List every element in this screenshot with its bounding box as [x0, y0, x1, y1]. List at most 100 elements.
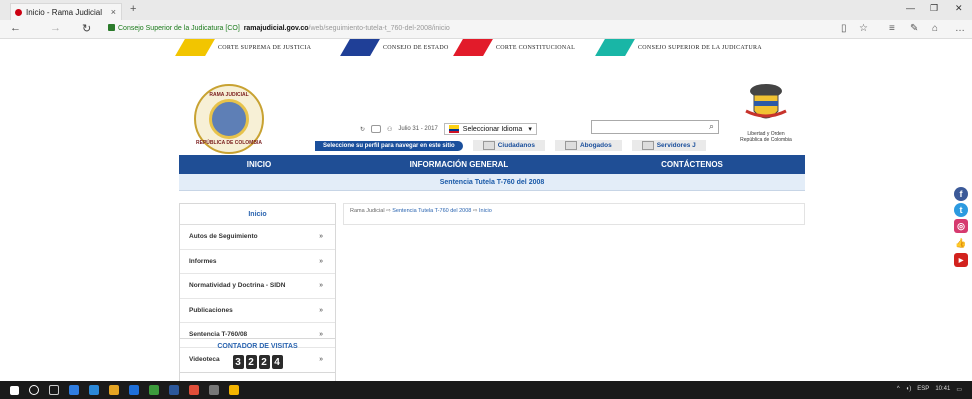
edge-browser-icon[interactable] — [69, 385, 79, 395]
minimize-button[interactable]: — — [906, 3, 915, 13]
share-icon[interactable]: ⌂ — [932, 23, 938, 34]
coat-of-arms-icon — [745, 84, 787, 119]
counter-digit: 3 — [232, 355, 244, 369]
file-explorer-icon[interactable] — [109, 385, 119, 395]
task-view-icon[interactable] — [49, 385, 59, 395]
forward-button[interactable]: → — [50, 22, 61, 34]
citizens-icon — [482, 141, 495, 150]
tab-close-icon[interactable]: × — [111, 7, 116, 17]
windows-start-icon[interactable] — [10, 385, 19, 395]
court-link-csdj[interactable]: CONSEJO SUPERIOR DE LA JUDICATURA — [595, 39, 762, 56]
wedge-icon — [340, 39, 380, 56]
sidebar-title[interactable]: Inicio — [180, 204, 335, 225]
nav-contactenos[interactable]: CONTÁCTENOS — [579, 160, 805, 169]
breadcrumb-level1[interactable]: Sentencia Tutela T-760 del 2008 — [392, 208, 471, 214]
url-org: Consejo Superior de la Judicatura [CO] — [118, 25, 240, 32]
refresh-site-icon[interactable]: ↻ — [360, 126, 365, 133]
breadcrumb-separator: ⇨ — [386, 208, 391, 214]
counter-digit: 2 — [258, 355, 270, 369]
sidebar-item-label: Informes — [189, 257, 217, 265]
tray-language[interactable]: ESP — [917, 386, 929, 393]
like-icon[interactable]: 👍 — [954, 236, 968, 250]
browser-titlebar: Inicio - Rama Judicial × + — ❐ ✕ — [0, 0, 972, 20]
sidebar-item-autos[interactable]: Autos de Seguimiento » — [180, 225, 335, 250]
notification-icon[interactable]: ▭ — [956, 386, 962, 393]
rama-judicial-seal-logo[interactable]: RAMA JUDICIAL REPÚBLICA DE COLOMBIA — [194, 84, 264, 154]
language-select[interactable]: Seleccionar Idioma ▾ — [443, 123, 537, 135]
profile-bar: Seleccione su perfil para navegar en est… — [315, 140, 706, 151]
visit-counter-digits: 3 2 2 4 — [180, 355, 335, 369]
page-content: CORTE SUPREMA DE JUSTICIA CONSEJO DE EST… — [0, 39, 972, 382]
sidebar-item-label: Normatividad y Doctrina - SIDN — [189, 282, 286, 290]
excel-icon[interactable] — [149, 385, 159, 395]
site-search-input[interactable]: ⌕ — [591, 120, 719, 134]
main-nav: INICIO INFORMACIÓN GENERAL CONTÁCTENOS — [179, 155, 805, 174]
seal-shield-icon — [209, 99, 249, 139]
address-bar: ← → ↻ Consejo Superior de la Judicatura … — [0, 20, 972, 39]
page-heading-band: Sentencia Tutela T-760 del 2008 — [179, 174, 805, 191]
url-path: /web/seguimiento-tutela-t_760-del-2008/i… — [308, 25, 450, 32]
chrome-icon[interactable] — [189, 385, 199, 395]
court-label: CORTE SUPREMA DE JUSTICIA — [218, 44, 312, 51]
word-icon[interactable] — [169, 385, 179, 395]
app-icon[interactable] — [209, 385, 219, 395]
court-label: CONSEJO DE ESTADO — [383, 44, 449, 51]
servants-icon — [641, 141, 654, 150]
visit-counter: CONTADOR DE VISITAS 3 2 2 4 — [179, 338, 336, 382]
court-link-csj[interactable]: CORTE SUPREMA DE JUSTICIA — [175, 39, 312, 56]
mail-icon[interactable] — [129, 385, 139, 395]
instagram-icon[interactable]: ◎ — [954, 219, 968, 233]
notes-icon[interactable]: ✎ — [910, 23, 918, 34]
wedge-icon — [595, 39, 635, 56]
search-icon[interactable]: ⌕ — [709, 121, 714, 132]
profile-prompt: Seleccione su perfil para navegar en est… — [315, 140, 463, 151]
nav-inicio[interactable]: INICIO — [179, 160, 339, 169]
close-window-button[interactable]: ✕ — [955, 3, 963, 14]
sidebar-item-publicaciones[interactable]: Publicaciones » — [180, 299, 335, 323]
court-link-ce[interactable]: CONSEJO DE ESTADO — [340, 39, 449, 56]
utility-row: ↻ ⚇ Julio 31 - 2017 Seleccionar Idioma ▾ — [360, 123, 537, 135]
court-link-cc[interactable]: CORTE CONSTITUCIONAL — [453, 39, 575, 56]
breadcrumb-root[interactable]: Rama Judicial — [350, 208, 385, 214]
search-icon[interactable] — [29, 385, 39, 395]
lawyers-icon — [564, 141, 577, 150]
site-favicon-icon — [15, 8, 22, 16]
breadcrumb-separator: ⇨ — [472, 208, 478, 214]
browser-tab[interactable]: Inicio - Rama Judicial × — [10, 3, 122, 20]
sitemap-icon[interactable] — [371, 125, 382, 133]
breadcrumb: Rama Judicial ⇨ Sentencia Tutela T-760 d… — [343, 203, 805, 225]
favorites-star-icon[interactable]: ☆ — [859, 23, 868, 34]
profile-label: Servidores J — [656, 142, 696, 149]
chevron-up-icon[interactable]: ^ — [897, 386, 900, 393]
folder-icon[interactable] — [229, 385, 239, 395]
nav-informacion-general[interactable]: INFORMACIÓN GENERAL — [339, 160, 579, 169]
back-button[interactable]: ← — [10, 22, 21, 34]
store-icon[interactable] — [89, 385, 99, 395]
more-icon[interactable]: … — [955, 23, 965, 34]
url-field[interactable]: Consejo Superior de la Judicatura [CO] r… — [108, 24, 450, 32]
refresh-button[interactable]: ↻ — [82, 22, 91, 35]
profile-ciudadanos[interactable]: Ciudadanos — [472, 140, 545, 151]
sidebar-item-label: Autos de Seguimiento — [189, 233, 258, 241]
profile-label: Ciudadanos — [497, 142, 535, 149]
twitter-icon[interactable]: t — [954, 203, 968, 217]
profile-abogados[interactable]: Abogados — [554, 140, 622, 151]
youtube-icon[interactable]: ▶ — [954, 253, 968, 267]
sidebar-item-informes[interactable]: Informes » — [180, 250, 335, 274]
breadcrumb-level2[interactable]: Inicio — [479, 208, 492, 214]
wedge-icon — [453, 39, 493, 56]
hub-icon[interactable]: ≡ — [889, 23, 895, 34]
system-tray: ^ ◖) ESP 10:41 ▭ — [897, 386, 962, 393]
tray-clock[interactable]: 10:41 — [935, 386, 950, 393]
new-tab-button[interactable]: + — [130, 3, 136, 15]
coat-caption-line2: República de Colombia — [740, 137, 792, 143]
sidebar-item-normatividad[interactable]: Normatividad y Doctrina - SIDN » — [180, 274, 335, 299]
facebook-icon[interactable]: f — [954, 187, 968, 201]
volume-icon[interactable]: ◖) — [906, 386, 912, 393]
profile-servidores[interactable]: Servidores J — [631, 140, 706, 151]
tab-title: Inicio - Rama Judicial — [26, 7, 103, 17]
current-date: Julio 31 - 2017 — [398, 126, 438, 132]
reading-view-icon[interactable]: ▯ — [841, 23, 847, 34]
maximize-button[interactable]: ❐ — [930, 3, 938, 14]
accessibility-icon[interactable]: ⚇ — [387, 126, 392, 133]
